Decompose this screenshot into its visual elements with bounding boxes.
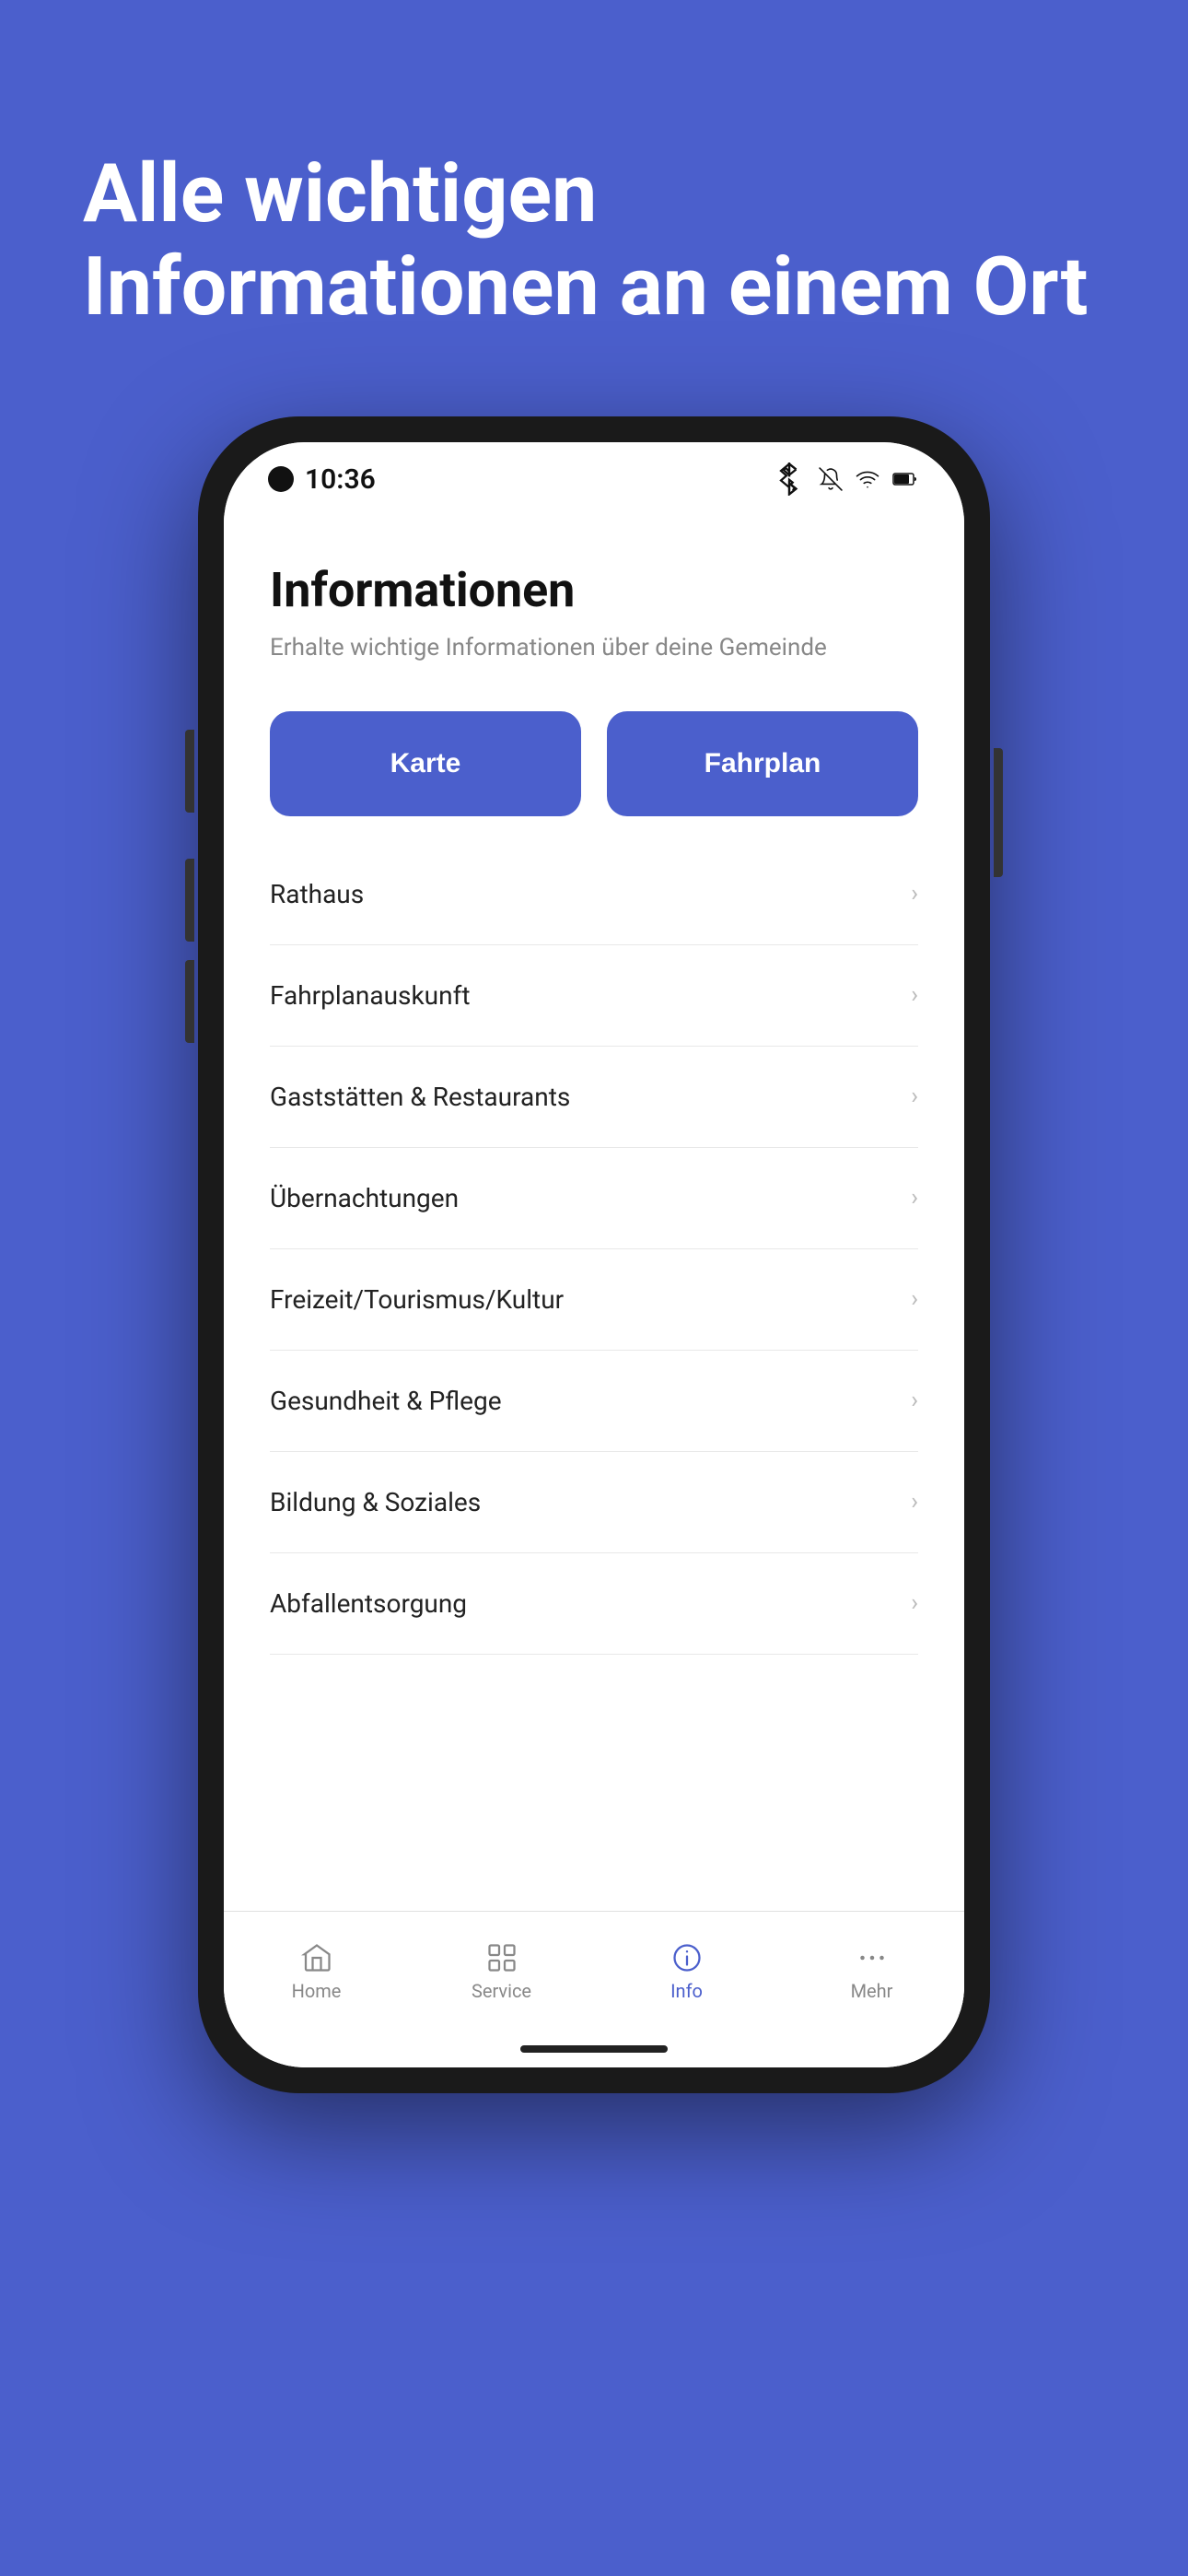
menu-item-label: Gesundheit & Pflege — [270, 1386, 502, 1416]
home-icon — [300, 1941, 333, 1974]
menu-item-freizeit[interactable]: Freizeit/Tourismus/Kultur › — [270, 1249, 918, 1351]
menu-item-fahrplanauskunft[interactable]: Fahrplanauskunft › — [270, 945, 918, 1047]
karte-button[interactable]: Karte — [270, 711, 581, 816]
status-time: 10:36 — [305, 463, 376, 496]
hero-section: Alle wichtigen Informationen an einem Or… — [0, 0, 1188, 389]
bottom-nav: Home Service — [224, 1911, 964, 2031]
wifi-icon — [856, 467, 879, 491]
menu-item-bildung[interactable]: Bildung & Soziales › — [270, 1452, 918, 1553]
menu-item-uebernachtungen[interactable]: Übernachtungen › — [270, 1148, 918, 1249]
chevron-icon: › — [911, 1285, 918, 1313]
nav-label-service: Service — [472, 1980, 531, 2002]
phone-frame: 10:36 — [198, 416, 990, 2093]
menu-item-label: Gaststätten & Restaurants — [270, 1082, 570, 1112]
grid-icon — [485, 1941, 518, 1974]
nav-label-info: Info — [670, 1980, 703, 2002]
menu-item-label: Bildung & Soziales — [270, 1487, 481, 1517]
volume-button-1 — [185, 859, 194, 942]
nav-item-service[interactable]: Service — [409, 1932, 594, 2011]
nav-item-mehr[interactable]: Mehr — [779, 1932, 964, 2011]
app-subtitle: Erhalte wichtige Informationen über dein… — [270, 631, 918, 664]
menu-item-label: Rathaus — [270, 879, 364, 909]
chevron-icon: › — [911, 1387, 918, 1414]
chevron-icon: › — [911, 880, 918, 907]
phone-container: 10:36 — [198, 416, 990, 2093]
chevron-icon: › — [911, 1589, 918, 1617]
home-bar — [520, 2045, 668, 2053]
bluetooth-icon — [773, 463, 806, 496]
status-bar: 10:36 — [224, 442, 964, 516]
chevron-icon: › — [911, 1184, 918, 1212]
status-time-area: 10:36 — [268, 463, 376, 496]
nav-label-home: Home — [292, 1980, 342, 2002]
menu-list: Rathaus › Fahrplanauskunft › Gaststätten… — [224, 844, 964, 1912]
home-indicator — [224, 2031, 964, 2067]
quick-buttons-row: Karte Fahrplan — [224, 684, 964, 844]
fahrplan-button[interactable]: Fahrplan — [607, 711, 918, 816]
chevron-icon: › — [911, 981, 918, 1009]
menu-item-gaststaetten[interactable]: Gaststätten & Restaurants › — [270, 1047, 918, 1148]
menu-item-abfall[interactable]: Abfallentsorgung › — [270, 1553, 918, 1655]
menu-item-gesundheit[interactable]: Gesundheit & Pflege › — [270, 1351, 918, 1452]
nav-item-info[interactable]: Info — [594, 1932, 779, 2011]
camera-dot — [268, 466, 294, 492]
menu-item-label: Übernachtungen — [270, 1183, 459, 1213]
nav-label-mehr: Mehr — [851, 1980, 893, 2002]
chevron-icon: › — [911, 1488, 918, 1516]
status-icons-group — [773, 463, 920, 496]
hero-title: Alle wichtigen Informationen an einem Or… — [83, 147, 1105, 334]
app-header: Informationen Erhalte wichtige Informati… — [224, 516, 964, 683]
bell-muted-icon — [819, 467, 843, 491]
chevron-icon: › — [911, 1083, 918, 1110]
phone-screen: 10:36 — [224, 442, 964, 2067]
nav-item-home[interactable]: Home — [224, 1932, 409, 2011]
battery-icon — [892, 467, 920, 491]
volume-button-2 — [185, 960, 194, 1043]
menu-item-label: Abfallentsorgung — [270, 1588, 467, 1619]
menu-item-label: Freizeit/Tourismus/Kultur — [270, 1284, 564, 1315]
more-icon — [856, 1941, 889, 1974]
app-content: Informationen Erhalte wichtige Informati… — [224, 516, 964, 2067]
app-title: Informationen — [270, 562, 918, 618]
menu-item-label: Fahrplanauskunft — [270, 980, 470, 1011]
info-circle-icon — [670, 1941, 704, 1974]
menu-item-rathaus[interactable]: Rathaus › — [270, 844, 918, 945]
